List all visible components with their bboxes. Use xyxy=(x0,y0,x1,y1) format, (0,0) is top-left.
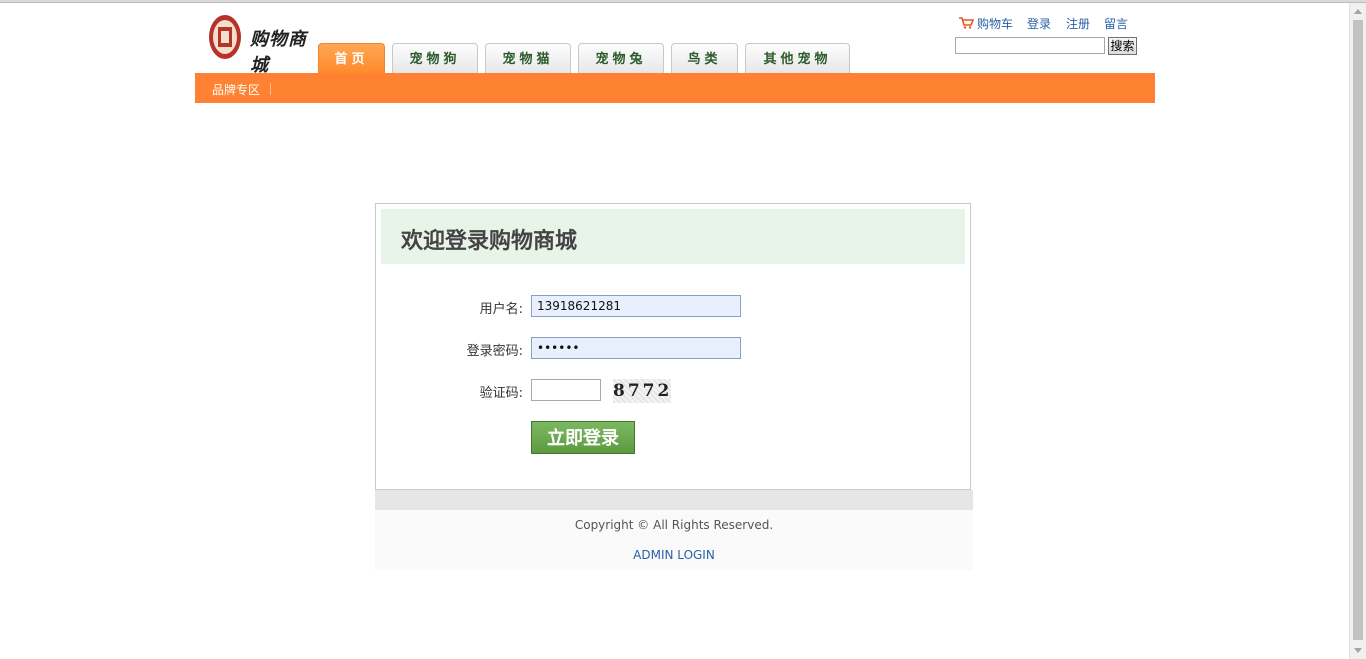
tab-dogs[interactable]: 宠物狗 xyxy=(392,43,478,73)
footer-divider-bar xyxy=(375,490,973,510)
register-link[interactable]: 注册 xyxy=(1066,15,1090,32)
login-header: 欢迎登录购物商城 xyxy=(381,209,965,264)
search-button[interactable]: 搜索 xyxy=(1108,37,1137,55)
captcha-image[interactable]: 8772 xyxy=(613,379,671,403)
captcha-label: 验证码: xyxy=(479,386,523,401)
site-logo[interactable]: 购物商城 xyxy=(208,13,312,76)
seal-logo-icon xyxy=(209,15,241,59)
message-link[interactable]: 留言 xyxy=(1104,15,1128,32)
tab-cats[interactable]: 宠物猫 xyxy=(485,43,571,73)
login-panel: 欢迎登录购物商城 用户名: 登录密码: 验证码: 8772 立即登录 xyxy=(375,203,971,490)
browser-top-edge xyxy=(0,0,1366,3)
site-name: 购物商城 xyxy=(250,29,307,76)
password-input[interactable] xyxy=(531,337,741,359)
tab-other-pets[interactable]: 其他宠物 xyxy=(745,43,850,73)
sub-navigation-bar: 品牌专区 xyxy=(195,73,1155,103)
admin-login-link[interactable]: ADMIN LOGIN xyxy=(375,548,973,562)
captcha-input[interactable] xyxy=(531,379,601,401)
login-link[interactable]: 登录 xyxy=(1027,15,1051,32)
tab-home[interactable]: 首页 xyxy=(318,43,385,73)
search-input[interactable] xyxy=(955,37,1105,54)
shopping-cart-icon[interactable] xyxy=(959,17,974,29)
vertical-scrollbar[interactable] xyxy=(1349,3,1366,659)
username-label: 用户名: xyxy=(479,302,523,317)
subnav-divider xyxy=(270,83,271,95)
scroll-thumb[interactable] xyxy=(1353,20,1363,640)
copyright-text: Copyright © All Rights Reserved. xyxy=(574,518,774,532)
username-input[interactable] xyxy=(531,295,741,317)
cart-link[interactable]: 购物车 xyxy=(977,15,1013,32)
login-submit-button[interactable]: 立即登录 xyxy=(531,421,635,454)
page-footer: Copyright © All Rights Reserved. ADMIN L… xyxy=(375,510,973,570)
login-title: 欢迎登录购物商城 xyxy=(401,229,578,254)
brand-zone-link[interactable]: 品牌专区 xyxy=(212,81,260,98)
tab-birds[interactable]: 鸟类 xyxy=(671,43,738,73)
tab-rabbits[interactable]: 宠物兔 xyxy=(578,43,664,73)
password-label: 登录密码: xyxy=(466,344,523,359)
scroll-down-arrow-icon[interactable] xyxy=(1354,648,1362,653)
scroll-up-arrow-icon[interactable] xyxy=(1354,9,1362,14)
